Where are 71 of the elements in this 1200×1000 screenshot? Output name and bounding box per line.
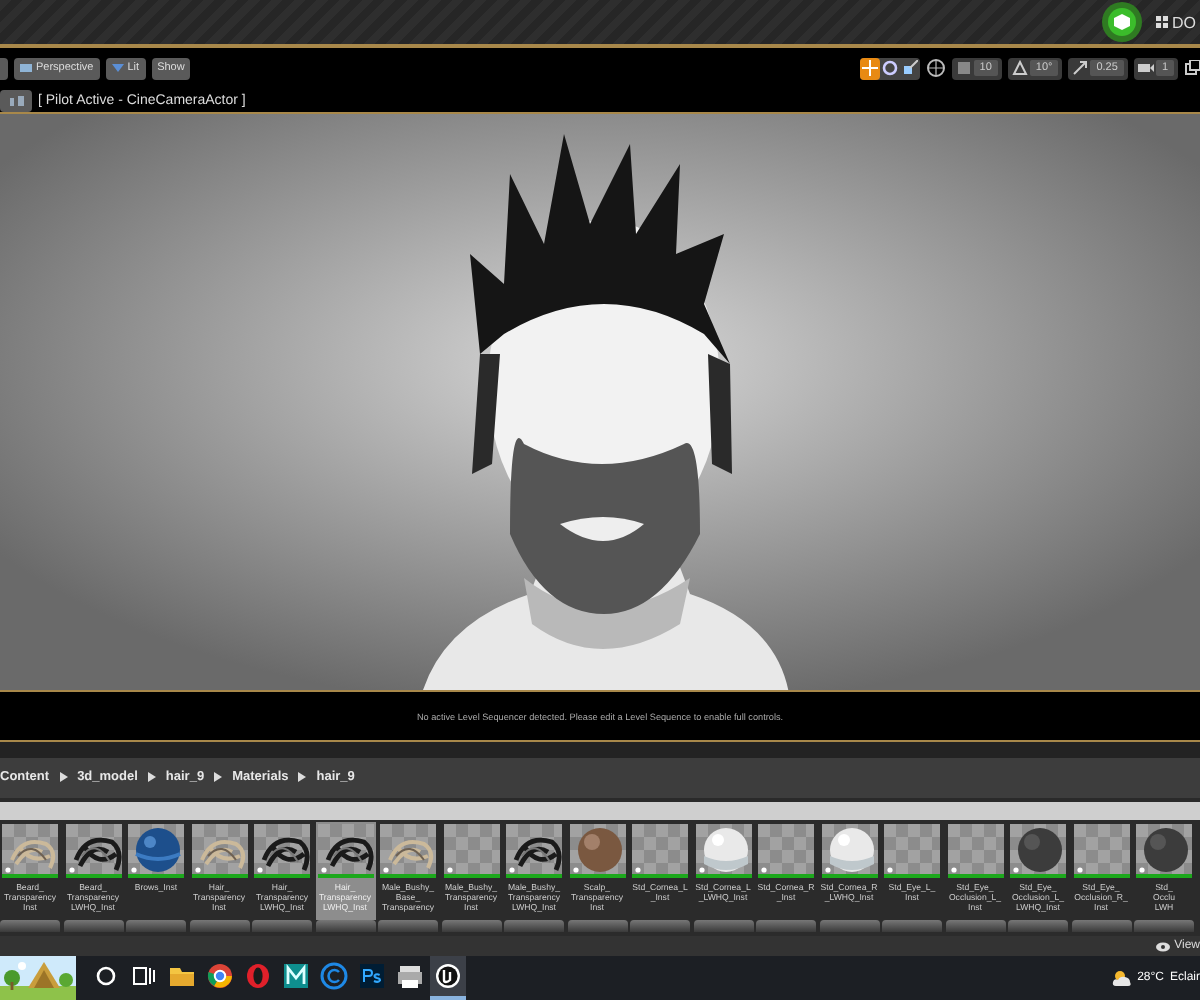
- material-thumbnail[interactable]: [441, 920, 501, 933]
- globe-icon[interactable]: [925, 58, 946, 78]
- grid-snap-icon[interactable]: [955, 60, 972, 76]
- angle-snap-icon[interactable]: [1011, 60, 1028, 76]
- material-thumbnail: [1136, 823, 1192, 880]
- eject-button[interactable]: [0, 89, 32, 111]
- material-thumbnail[interactable]: [567, 920, 627, 933]
- maximize-icon[interactable]: [1184, 60, 1200, 76]
- material-thumbnail[interactable]: [630, 920, 690, 933]
- m-app-icon: [280, 960, 312, 992]
- breadcrumb-arrow-icon[interactable]: [59, 772, 68, 783]
- rotate-icon: [881, 60, 898, 76]
- material-thumbnail: [128, 823, 184, 880]
- material-thumbnail[interactable]: [252, 920, 312, 933]
- material-thumbnail: [821, 823, 877, 880]
- rotate-tool-button[interactable]: [879, 57, 900, 79]
- material-thumbnail: [443, 823, 499, 880]
- material-thumbnail: [569, 823, 625, 880]
- material-thumbnail[interactable]: [504, 920, 564, 933]
- material-thumbnail: [506, 823, 562, 880]
- scale-snap-icon[interactable]: [1072, 60, 1089, 76]
- material-thumbnail[interactable]: [693, 920, 753, 933]
- material-thumbnail[interactable]: [1134, 920, 1194, 933]
- material-thumbnail: [1073, 823, 1129, 880]
- viewport-options-button[interactable]: [0, 57, 8, 79]
- material-thumbnail[interactable]: [819, 920, 879, 933]
- material-thumbnail[interactable]: [882, 920, 942, 933]
- camera-pilot-icon: [4, 93, 28, 107]
- material-thumbnail: [884, 823, 940, 880]
- material-thumbnail[interactable]: [189, 920, 249, 933]
- camera-icon: [20, 62, 32, 74]
- breadcrumb-arrow-icon[interactable]: [147, 772, 156, 783]
- eye-icon: [1156, 941, 1171, 952]
- c-app-icon: [318, 960, 350, 992]
- material-thumbnail: [2, 823, 58, 880]
- scale-icon: [901, 60, 918, 76]
- printer-icon: [394, 960, 426, 992]
- material-thumbnail[interactable]: [945, 920, 1005, 933]
- scale-tool-button[interactable]: [899, 57, 920, 79]
- material-thumbnail: [632, 823, 688, 880]
- camera-snap-icon[interactable]: [1137, 60, 1154, 76]
- material-thumbnail: [65, 823, 121, 880]
- source-control-icon[interactable]: [1100, 0, 1144, 44]
- grid-icon: [1156, 16, 1168, 28]
- material-thumbnail: [695, 823, 751, 880]
- engine-icon: [432, 960, 464, 992]
- material-thumbnail[interactable]: [0, 920, 60, 933]
- material-thumbnail[interactable]: [63, 920, 123, 933]
- material-thumbnail: [317, 823, 373, 880]
- material-thumbnail[interactable]: [1071, 920, 1131, 933]
- material-thumbnail: [947, 823, 1003, 880]
- move-tool-button[interactable]: [859, 57, 880, 79]
- breadcrumb-arrow-icon[interactable]: [214, 772, 223, 783]
- material-thumbnail: [1010, 823, 1066, 880]
- material-thumbnail: [191, 823, 247, 880]
- material-thumbnail: [758, 823, 814, 880]
- material-thumbnail[interactable]: [315, 920, 375, 933]
- move-icon: [861, 60, 878, 76]
- image-editor-icon: [356, 960, 388, 992]
- browser-icon: [204, 960, 236, 992]
- material-thumbnail[interactable]: [126, 920, 186, 933]
- material-thumbnail[interactable]: [756, 920, 816, 933]
- material-thumbnail: [380, 823, 436, 880]
- lit-icon: [111, 62, 124, 74]
- account-name[interactable]: DO: [1172, 13, 1196, 31]
- breadcrumb-arrow-icon[interactable]: [298, 772, 307, 783]
- material-thumbnail[interactable]: [378, 920, 438, 933]
- material-thumbnail[interactable]: [1008, 920, 1068, 933]
- material-thumbnail: [254, 823, 310, 880]
- weather-icon[interactable]: [1111, 970, 1132, 986]
- taskbar-app-button[interactable]: [430, 956, 466, 1000]
